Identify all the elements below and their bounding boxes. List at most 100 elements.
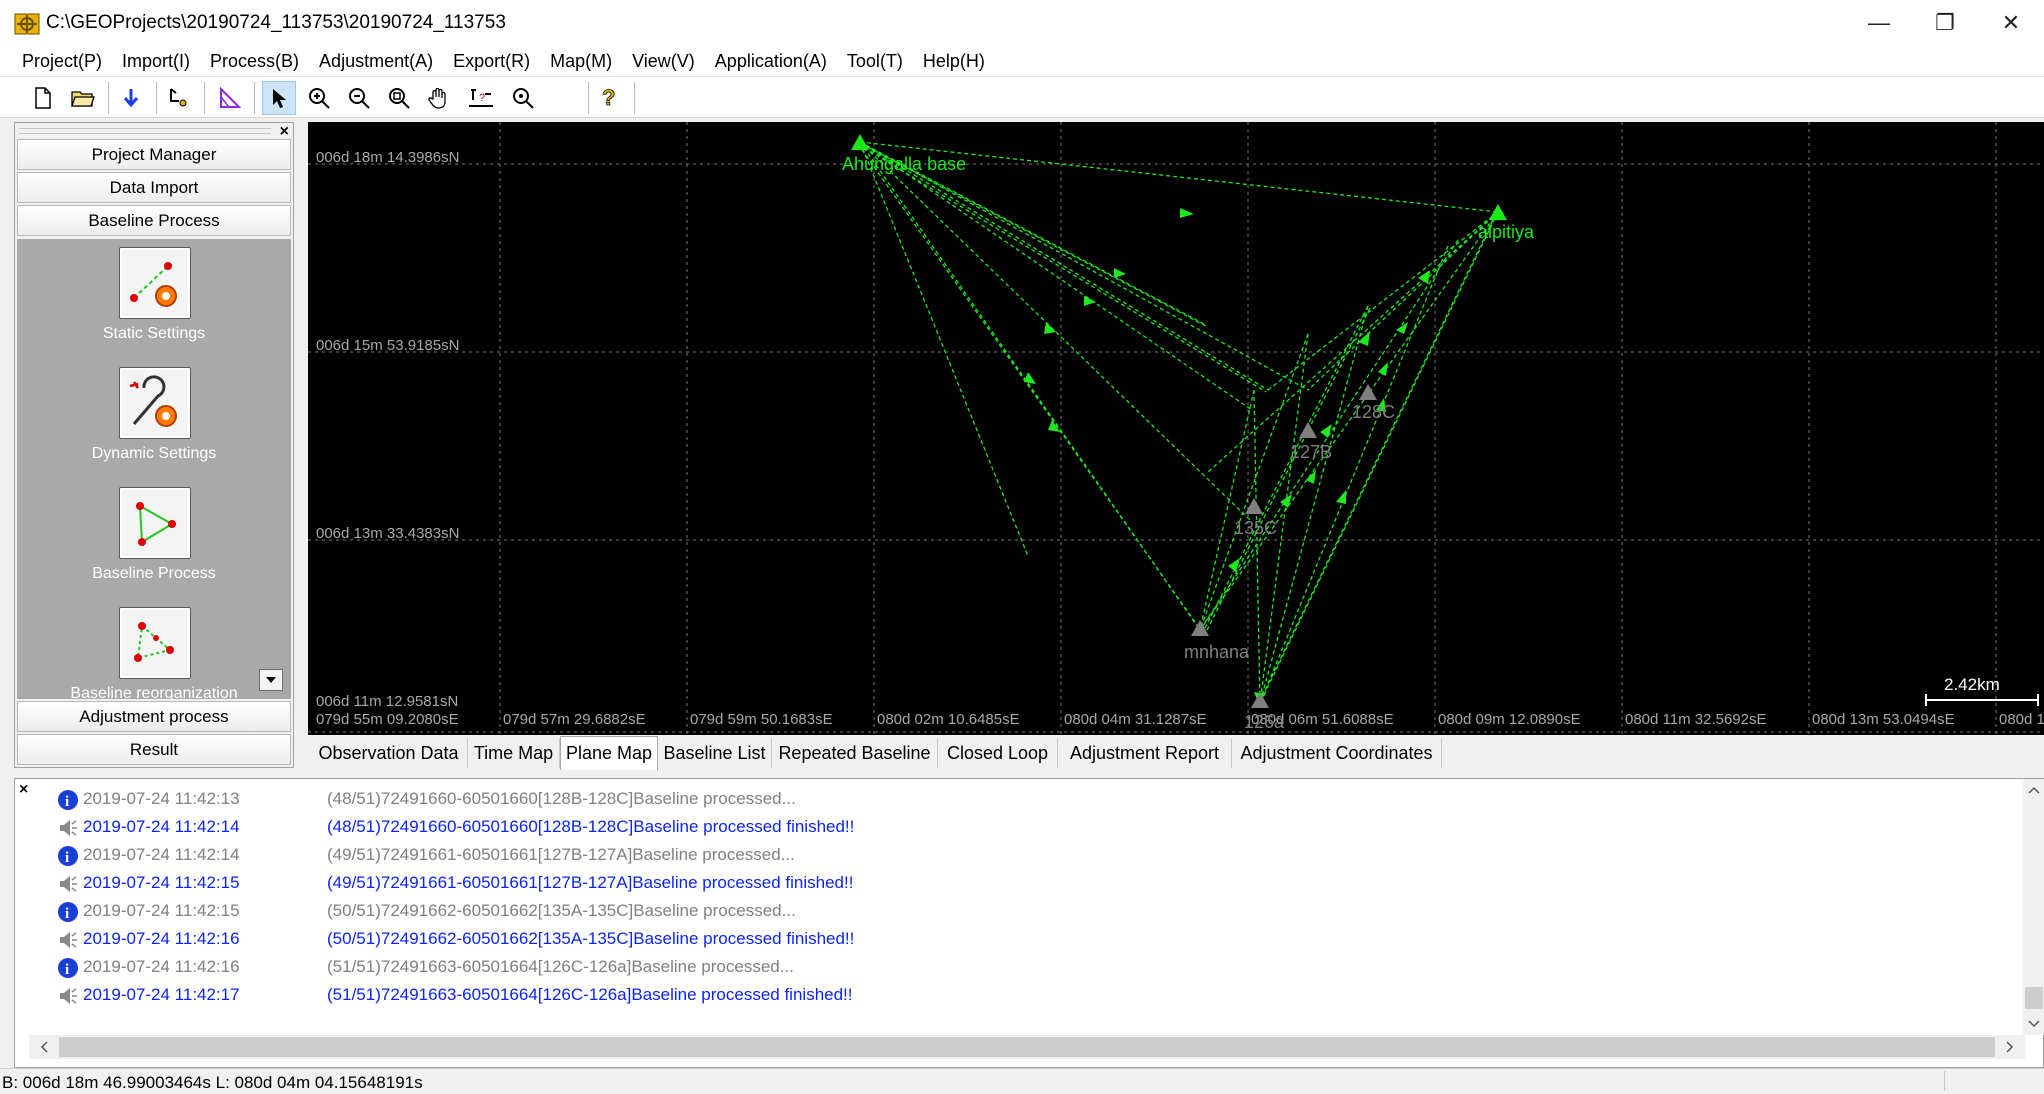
lat-label: 006d 11m 12.9581sN [316, 693, 458, 710]
cursor-coordinates: B: 006d 18m 46.99003464s L: 080d 04m 04.… [2, 1073, 423, 1092]
app-logo-icon [14, 13, 40, 35]
station-label: Ahungalla base [842, 154, 966, 174]
new-file-icon[interactable] [26, 81, 60, 115]
menu-project[interactable]: Project(P) [12, 51, 112, 72]
section-baseline-process[interactable]: Baseline Process [17, 205, 291, 236]
menu-export[interactable]: Export(R) [443, 51, 540, 72]
tab-plane-map[interactable]: Plane Map [560, 736, 658, 770]
baseline-process-button[interactable] [119, 487, 191, 559]
menu-application[interactable]: Application(A) [705, 51, 837, 72]
static-settings-icon [130, 262, 177, 307]
menu-bar: Project(P) Import(I) Process(B) Adjustme… [0, 46, 2044, 76]
baseline-reorganization-icon [134, 622, 174, 662]
menu-view[interactable]: View(V) [622, 51, 705, 72]
triangle-tool-icon[interactable] [212, 81, 246, 115]
log-entry: i 2019-07-24 11:42:14 (49/51)72491661-60… [41, 841, 2021, 869]
log-close-button[interactable]: × [19, 781, 28, 799]
tab-baseline-list[interactable]: Baseline List [658, 738, 772, 768]
tools-scroll-down-button[interactable] [259, 669, 283, 691]
section-data-import[interactable]: Data Import [17, 172, 291, 203]
info-icon: i [58, 958, 78, 978]
section-project-manager[interactable]: Project Manager [17, 139, 291, 170]
restore-button[interactable]: ❐ [1912, 0, 1978, 46]
tab-adjustment-coordinates[interactable]: Adjustment Coordinates [1232, 738, 1442, 768]
point-tool-icon[interactable] [162, 81, 196, 115]
log-message: (49/51)72491661-60501661[127B-127A]Basel… [327, 845, 795, 864]
speaker-icon [60, 932, 77, 948]
plane-map-svg[interactable]: 006d 18m 14.3986sN 006d 15m 53.9185sN 00… [308, 122, 2044, 735]
log-time: 2019-07-24 11:42:16 [83, 957, 240, 976]
open-folder-icon[interactable] [66, 81, 100, 115]
longitude-labels: 079d 55m 09.2080sE 079d 57m 29.6882sE 07… [316, 711, 2044, 728]
section-adjustment-process[interactable]: Adjustment process [17, 701, 291, 732]
static-settings-label: Static Settings [102, 325, 206, 342]
log-message: (49/51)72491661-60501661[127B-127A]Basel… [327, 873, 854, 892]
pan-hand-icon[interactable] [422, 81, 456, 115]
map-grid [308, 122, 2044, 735]
window-title: C:\GEOProjects\20190724_113753\20190724_… [46, 12, 506, 33]
log-entry: i 2019-07-24 11:42:16 (51/51)72491663-60… [41, 953, 2021, 981]
log-horizontal-scroll-thumb[interactable] [59, 1037, 1995, 1057]
station-alpitiya[interactable]: alpitiya [1478, 204, 1535, 242]
log-time: 2019-07-24 11:42:15 [83, 873, 240, 892]
station-label: 127B [1290, 442, 1332, 462]
zoom-in-icon[interactable] [302, 81, 336, 115]
lon-label: 080d 04m 31.1287sE [1064, 711, 1207, 728]
panel-grip[interactable] [19, 128, 271, 134]
menu-map[interactable]: Map(M) [540, 51, 622, 72]
speaker-icon [60, 988, 77, 1004]
static-settings-button[interactable] [119, 247, 191, 319]
tab-observation-data[interactable]: Observation Data [310, 738, 468, 768]
menu-help[interactable]: Help(H) [913, 51, 995, 72]
tab-time-map[interactable]: Time Map [468, 738, 560, 768]
section-result[interactable]: Result [17, 734, 291, 765]
dynamic-settings-button[interactable] [119, 367, 191, 439]
lat-label: 006d 15m 53.9185sN [316, 337, 459, 354]
baseline-process-label: Baseline Process [92, 565, 216, 582]
station-mnhana[interactable]: mnhana [1184, 620, 1250, 662]
svg-text:i: i [65, 850, 69, 866]
baseline-direction-arrows [1024, 208, 1430, 702]
dynamic-settings-icon [129, 375, 177, 427]
menu-process[interactable]: Process(B) [200, 51, 309, 72]
title-bar: C:\GEOProjects\20190724_113753\20190724_… [0, 0, 2044, 46]
station-ahungalla-base[interactable]: Ahungalla base [842, 134, 966, 174]
station-126a[interactable]: 126a [1244, 692, 1285, 732]
scroll-left-icon[interactable] [29, 1035, 59, 1059]
log-message: (51/51)72491663-60501664[126C-126a]Basel… [327, 957, 794, 976]
tab-repeated-baseline[interactable]: Repeated Baseline [772, 738, 938, 768]
lat-label: 006d 18m 14.3986sN [316, 149, 459, 166]
station-label: 135C [1234, 518, 1277, 538]
lon-label: 079d 55m 09.2080sE [316, 711, 459, 728]
tab-adjustment-report[interactable]: Adjustment Report [1058, 738, 1232, 768]
zoom-out-icon[interactable] [342, 81, 376, 115]
help-icon[interactable]: ? [592, 81, 626, 115]
baseline-process-tools: Static Settings Dynamic Settings Baselin… [17, 239, 291, 699]
info-icon: i [58, 790, 78, 810]
station-label: mnhana [1184, 642, 1250, 662]
measure-icon[interactable]: ? [464, 81, 498, 115]
zoom-extent-icon[interactable] [382, 81, 416, 115]
log-horizontal-scrollbar[interactable] [29, 1035, 2025, 1059]
scale-bar: 2.42km [1925, 675, 2039, 706]
scroll-right-icon[interactable] [1995, 1035, 2025, 1059]
lon-label: 080d 09m 12.0890sE [1438, 711, 1581, 728]
import-arrow-icon[interactable] [114, 81, 148, 115]
menu-tool[interactable]: Tool(T) [837, 51, 913, 72]
minimize-button[interactable]: — [1846, 0, 1912, 46]
log-time: 2019-07-24 11:42:17 [83, 985, 240, 1004]
lon-label: 079d 57m 29.6882sE [503, 711, 646, 728]
find-icon[interactable] [506, 81, 540, 115]
menu-import[interactable]: Import(I) [112, 51, 200, 72]
log-vertical-scrollbar[interactable] [2023, 779, 2044, 1035]
tab-closed-loop[interactable]: Closed Loop [938, 738, 1058, 768]
log-message: (48/51)72491660-60501660[128B-128C]Basel… [327, 789, 796, 808]
close-button[interactable]: ✕ [1978, 0, 2044, 46]
menu-adjustment[interactable]: Adjustment(A) [309, 51, 443, 72]
svg-text:i: i [65, 962, 69, 978]
plane-map-canvas[interactable]: 006d 18m 14.3986sN 006d 15m 53.9185sN 00… [308, 122, 2044, 735]
select-pointer-icon[interactable] [262, 81, 296, 115]
baseline-reorganization-button[interactable] [119, 607, 191, 679]
lon-label: 080d 11m 32.5692sE [1625, 711, 1767, 728]
log-entry: 2019-07-24 11:42:15 (49/51)72491661-6050… [41, 869, 2021, 897]
